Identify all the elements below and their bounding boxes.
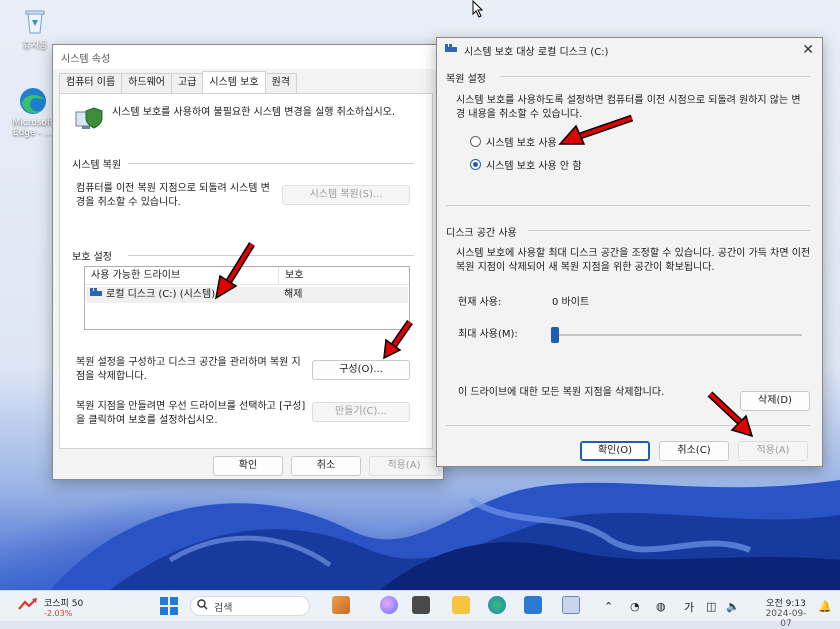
delete-description: 이 드라이브에 대한 모든 복원 지점을 삭제합니다. bbox=[458, 387, 665, 398]
tray-app-icon[interactable]: ◫ bbox=[706, 600, 716, 613]
close-icon[interactable]: ✕ bbox=[802, 43, 814, 57]
stock-trend-icon bbox=[18, 598, 37, 610]
tray-app-icon[interactable]: ◍ bbox=[656, 600, 666, 613]
tab-remote[interactable]: 원격 bbox=[264, 73, 297, 93]
windows-logo-icon bbox=[160, 597, 178, 615]
tray-chevron-icon[interactable]: ⌃ bbox=[604, 600, 613, 613]
divider bbox=[528, 230, 810, 231]
tab-strip: 컴퓨터 이름 하드웨어 고급 시스템 보호 원격 bbox=[59, 71, 297, 93]
dialog-ok-button[interactable]: 확인(O) bbox=[580, 441, 650, 461]
system-properties-taskbar-icon[interactable] bbox=[562, 596, 580, 614]
drive-list: 사용 가능한 드라이브 보호 로컬 디스크 (C:) (시스템) 해제 bbox=[84, 266, 410, 330]
restore-settings-label: 복원 설정 bbox=[446, 74, 486, 85]
max-usage-slider-track[interactable] bbox=[556, 334, 802, 336]
max-usage-label: 최대 사용(M): bbox=[458, 329, 518, 340]
clock-date: 2024-09-07 bbox=[765, 609, 807, 629]
stock-widget[interactable] bbox=[18, 597, 38, 614]
clock[interactable]: 오전 9:13 2024-09-07 bbox=[762, 596, 810, 629]
edge-icon bbox=[18, 86, 48, 116]
max-usage-slider-thumb[interactable] bbox=[551, 327, 559, 343]
store-icon[interactable] bbox=[524, 596, 542, 614]
wallpaper-bloom bbox=[50, 470, 840, 590]
disk-usage-label: 디스크 공간 사용 bbox=[446, 228, 517, 239]
current-usage-label: 현재 사용: bbox=[458, 297, 502, 308]
divider bbox=[500, 76, 810, 77]
dialog-title: 시스템 보호 대상 로컬 디스크 (C:) bbox=[464, 46, 609, 58]
create-description: 복원 지점을 만들려면 우선 드라이브를 선택하고 [구성]을 클릭하여 보호를… bbox=[76, 401, 306, 426]
delete-button[interactable]: 삭제(D) bbox=[740, 391, 810, 411]
drive-name: 로컬 디스크 (C:) (시스템) bbox=[106, 289, 216, 300]
configure-description: 복원 설정을 구성하고 디스크 공간을 관리하며 복원 지점을 삭제합니다. bbox=[76, 357, 301, 382]
system-protection-icon bbox=[74, 106, 104, 137]
volume-icon[interactable]: 🔈 bbox=[726, 600, 740, 613]
mouse-cursor-icon bbox=[472, 0, 484, 21]
title-bar: 시스템 보호 대상 로컬 디스크 (C:) ✕ bbox=[437, 38, 822, 62]
cancel-button[interactable]: 취소 bbox=[291, 456, 361, 476]
start-button[interactable] bbox=[160, 597, 178, 618]
divider bbox=[128, 255, 414, 256]
desktop-icon-label: Microsoft Edge - ... bbox=[12, 118, 54, 138]
stock-widget-text: 코스피 50 -2.03% bbox=[44, 596, 83, 618]
file-explorer-icon[interactable] bbox=[452, 596, 470, 614]
taskbar-search[interactable]: 검색 bbox=[190, 596, 310, 616]
configure-button[interactable]: 구성(O)... bbox=[312, 360, 410, 380]
drive-icon bbox=[90, 287, 103, 303]
disk-usage-description: 시스템 보호에 사용할 최대 디스크 공간을 조정할 수 있습니다. 공간이 가… bbox=[456, 248, 811, 273]
radio-disable-protection[interactable]: 시스템 보호 사용 안 함 bbox=[470, 157, 582, 172]
drive-name-cell: 로컬 디스크 (C:) (시스템) bbox=[86, 287, 280, 303]
clock-time: 오전 9:13 bbox=[766, 599, 806, 609]
divider bbox=[446, 205, 810, 206]
desktop-icon-edge[interactable]: Microsoft Edge - ... bbox=[10, 86, 56, 138]
current-usage-value: 0 바이트 bbox=[552, 297, 590, 308]
edge-taskbar-icon[interactable] bbox=[488, 596, 506, 614]
intro-text: 시스템 보호를 사용하여 불필요한 시스템 변경을 실행 취소하십시오. bbox=[112, 107, 396, 118]
drive-protection-status: 해제 bbox=[284, 289, 303, 300]
restore-description: 컴퓨터를 이전 복원 지점으로 되돌려 시스템 변경을 취소할 수 있습니다. bbox=[76, 183, 270, 208]
tray-app-icon[interactable]: ◔ bbox=[630, 600, 640, 613]
system-restore-button[interactable]: 시스템 복원(S)... bbox=[282, 185, 410, 205]
title-bar: 시스템 속성 bbox=[53, 45, 443, 69]
dialog-cancel-button[interactable]: 취소(C) bbox=[659, 441, 729, 461]
system-protection-panel: 시스템 보호를 사용하여 불필요한 시스템 변경을 실행 취소하십시오. 시스템… bbox=[59, 93, 433, 449]
drive-row[interactable]: 로컬 디스크 (C:) (시스템) 해제 bbox=[86, 287, 408, 303]
notification-bell-icon[interactable]: 🔔 bbox=[818, 600, 832, 613]
tab-hardware[interactable]: 하드웨어 bbox=[121, 73, 172, 93]
system-properties-window: 시스템 속성 컴퓨터 이름 하드웨어 고급 시스템 보호 원격 시스템 보호를 … bbox=[52, 44, 444, 480]
tab-advanced[interactable]: 고급 bbox=[171, 73, 204, 93]
drive-icon bbox=[445, 44, 458, 56]
restore-settings-description: 시스템 보호를 사용하도록 설정하면 컴퓨터를 이전 시점으로 되돌려 원하지 … bbox=[456, 95, 801, 120]
dialog-apply-button[interactable]: 적용(A) bbox=[738, 441, 808, 461]
radio-label: 시스템 보호 사용 안 함 bbox=[486, 161, 582, 172]
create-button[interactable]: 만들기(C)... bbox=[312, 402, 410, 422]
divider bbox=[446, 425, 810, 426]
search-icon bbox=[197, 599, 208, 613]
taskbar-widget-icon[interactable] bbox=[332, 596, 350, 614]
copilot-icon[interactable] bbox=[380, 596, 398, 614]
window-title: 시스템 속성 bbox=[61, 53, 111, 65]
radio-label: 시스템 보호 사용 bbox=[486, 138, 557, 149]
divider bbox=[128, 163, 414, 164]
tab-system-protection[interactable]: 시스템 보호 bbox=[202, 71, 266, 93]
column-header-drive[interactable]: 사용 가능한 드라이브 bbox=[85, 267, 279, 284]
ime-indicator[interactable]: 가 bbox=[684, 599, 694, 615]
drive-list-header: 사용 가능한 드라이브 보호 bbox=[85, 267, 409, 285]
tab-computer-name[interactable]: 컴퓨터 이름 bbox=[59, 73, 123, 93]
recycle-bin-icon bbox=[20, 6, 50, 36]
stock-value: 50 bbox=[71, 599, 84, 609]
radio-button-selected[interactable] bbox=[470, 159, 481, 170]
stock-name: 코스피 bbox=[44, 599, 69, 609]
task-view-icon[interactable] bbox=[412, 596, 430, 614]
restore-section-label: 시스템 복원 bbox=[72, 160, 122, 171]
column-header-protection[interactable]: 보호 bbox=[279, 267, 407, 284]
radio-enable-protection[interactable]: 시스템 보호 사용 bbox=[470, 134, 557, 149]
ok-button[interactable]: 확인 bbox=[213, 456, 283, 476]
radio-button[interactable] bbox=[470, 136, 481, 147]
search-placeholder: 검색 bbox=[214, 602, 233, 614]
stock-change: -2.03% bbox=[44, 609, 73, 618]
apply-button[interactable]: 적용(A) bbox=[369, 456, 439, 476]
protection-section-label: 보호 설정 bbox=[72, 252, 112, 263]
